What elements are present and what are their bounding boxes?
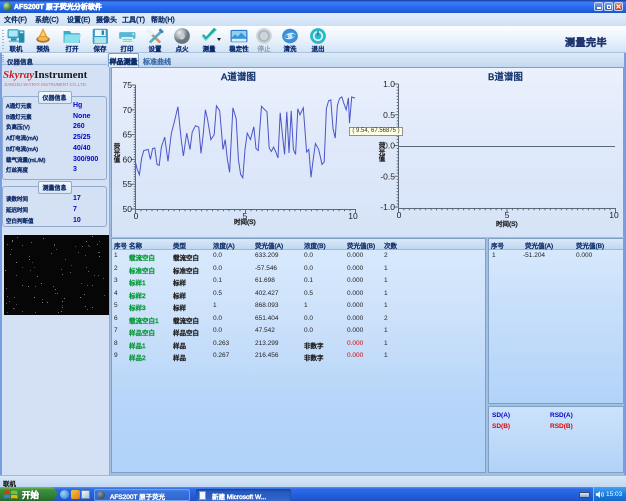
svg-text:10: 10: [609, 210, 619, 220]
svg-text:-0.5: -0.5: [380, 171, 395, 181]
svg-text:50: 50: [123, 204, 133, 214]
svg-text:0: 0: [397, 210, 402, 220]
svg-text:10: 10: [348, 211, 358, 221]
svg-text:55: 55: [123, 179, 133, 189]
svg-text:0: 0: [134, 211, 139, 221]
svg-text:1.0: 1.0: [383, 79, 395, 89]
svg-text:70: 70: [123, 105, 133, 115]
svg-text:60: 60: [123, 154, 133, 164]
svg-text:0.5: 0.5: [383, 110, 395, 120]
svg-text:-1.0: -1.0: [380, 202, 395, 212]
svg-text:65: 65: [123, 130, 133, 140]
svg-text:75: 75: [123, 80, 133, 90]
